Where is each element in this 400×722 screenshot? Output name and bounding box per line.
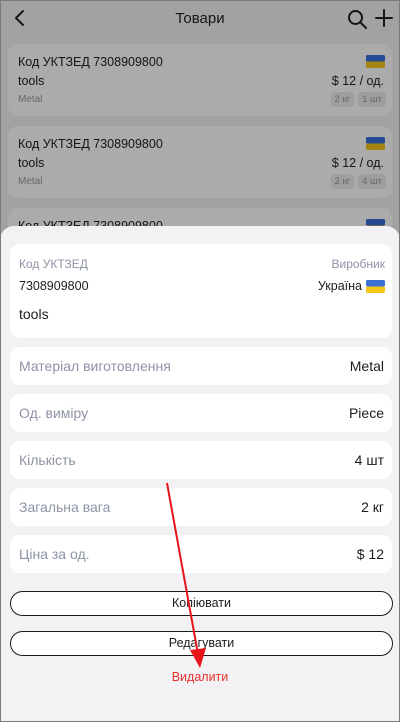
maker-label: Виробник bbox=[331, 257, 385, 271]
detail-row-unit: Од. виміру Piece bbox=[10, 394, 392, 432]
product-name: tools bbox=[19, 306, 49, 322]
detail-value: Metal bbox=[349, 358, 384, 374]
ukraine-flag-icon bbox=[366, 279, 385, 293]
detail-label: Загальна вага bbox=[19, 499, 111, 515]
product-info-card: Код УКТЗЕД Виробник 7308909800 Україна t… bbox=[10, 244, 392, 338]
detail-row-material: Матеріал виготовлення Metal bbox=[10, 347, 392, 385]
detail-row-quantity: Кількість 4 шт bbox=[10, 441, 392, 479]
code-label: Код УКТЗЕД bbox=[19, 257, 88, 271]
detail-label: Ціна за од. bbox=[19, 546, 90, 562]
edit-button[interactable]: Редагувати bbox=[10, 631, 393, 656]
country-name: Україна bbox=[317, 279, 362, 293]
detail-label: Матеріал виготовлення bbox=[19, 358, 171, 374]
detail-label: Кількість bbox=[19, 452, 76, 468]
detail-row-weight: Загальна вага 2 кг bbox=[10, 488, 392, 526]
detail-value: 2 кг bbox=[361, 499, 384, 515]
detail-value: Piece bbox=[348, 405, 384, 421]
delete-button[interactable]: Видалити bbox=[0, 670, 400, 684]
copy-button[interactable]: Копіювати bbox=[10, 591, 393, 616]
detail-value: 4 шт bbox=[354, 452, 384, 468]
detail-label: Од. виміру bbox=[19, 405, 89, 421]
detail-row-price: Ціна за од. $ 12 bbox=[10, 535, 392, 573]
country-value: Україна bbox=[318, 279, 385, 293]
code-value: 7308909800 bbox=[19, 279, 89, 293]
detail-value: $ 12 bbox=[356, 546, 384, 562]
